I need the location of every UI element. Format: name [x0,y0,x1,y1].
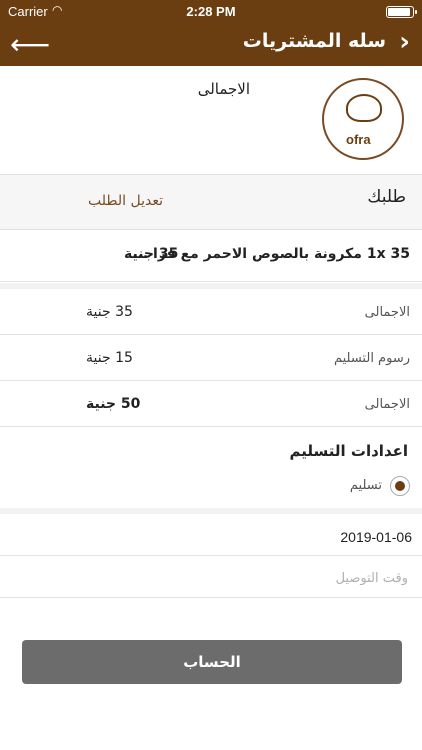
delivery-option-label: تسليم [349,478,382,493]
delivery-fee-value: 15 جنية [86,350,133,366]
delivery-fee-row: رسوم التسليم 15 جنية [0,335,422,381]
order-section-header: طلبك تعديل الطلب [0,174,422,230]
total-value: 50 جنية [86,396,141,412]
total-row: الاجمالى 50 جنية [0,381,422,427]
order-section-label: طلبك [367,187,406,207]
subtotal-row: الاجمالى 35 جنية [0,289,422,335]
divider [0,508,422,514]
back-arrow-icon[interactable]: ⟵ [10,28,50,61]
delivery-fee-label: رسوم التسليم [333,351,410,366]
restaurant-logo: ofra [322,78,404,160]
navigation-bar: Carrier ◠ 2:28 PM ⟵ سله المشتريات › [0,0,422,66]
chef-icon [346,94,382,122]
battery-icon [386,6,417,18]
cart-header: ofra الاجمالى [0,66,422,174]
edit-order-button[interactable]: تعديل الطلب [88,193,163,209]
subtotal-value: 35 جنية [86,304,133,320]
logo-text: ofra [346,132,371,147]
cart-item-price: 35 جنية [124,246,179,262]
checkout-button[interactable]: الحساب [22,640,402,684]
delivery-time-field[interactable]: وقت التوصيل [0,558,422,598]
header-total-label: الاجمالى [197,80,250,98]
clock: 2:28 PM [186,4,236,19]
chevron-right-icon[interactable]: › [399,27,410,57]
cart-item-row: 35 1x مكرونة بالصوص الاحمر مع فرا ... 35… [0,230,422,282]
subtotal-label: الاجمالى [364,305,410,320]
page-title: سله المشتريات [242,30,386,52]
delivery-time-placeholder: وقت التوصيل [335,571,408,586]
status-bar: Carrier ◠ 2:28 PM [0,0,422,22]
delivery-radio[interactable] [390,476,410,496]
delivery-settings-title: اعدادات التسليم [289,442,409,460]
date-field[interactable]: 2019-01-06 [0,516,422,556]
date-value: 2019-01-06 [340,529,412,545]
total-label: الاجمالى [364,397,410,412]
